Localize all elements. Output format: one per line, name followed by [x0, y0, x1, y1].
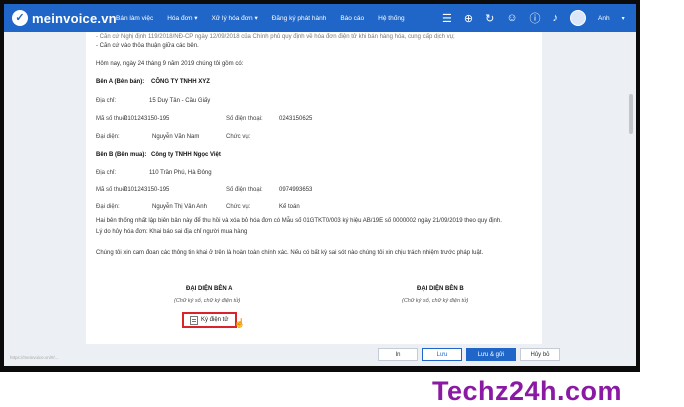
action-footer: https://meinvoice.vn/#/... In Lưu Lưu & … — [4, 344, 636, 366]
chat-icon[interactable]: ☺ — [506, 12, 517, 24]
party-b-tax: 0101243150-195 — [124, 187, 170, 193]
sign-b-subtitle: (Chữ ký số, chữ ký điện tử) — [402, 298, 469, 304]
party-b-rep: Nguyễn Thị Vân Anh — [152, 204, 207, 210]
nav-item-system[interactable]: Hệ thống — [378, 15, 404, 22]
agreement-text: Hai bên thống nhất lập biên bản này để t… — [96, 218, 502, 224]
date-line: Hôm nay, ngày 24 tháng 9 năm 2019 chúng … — [96, 61, 244, 67]
party-b-phone-label: Số điện thoại: — [226, 187, 263, 193]
cancel-button[interactable]: Hủy bỏ — [520, 348, 560, 361]
chevron-down-icon[interactable]: ▾ — [622, 15, 625, 22]
party-a-tax: 0101243150-195 — [124, 116, 170, 122]
user-name[interactable]: Anh — [598, 15, 610, 22]
sign-a-subtitle: (Chữ ký số, chữ ký điện tử) — [174, 298, 241, 304]
party-b-heading: Bên B (Bên mua): — [96, 152, 147, 158]
refresh-icon[interactable]: ↻ — [485, 12, 494, 25]
party-b-address: 110 Trần Phú, Hà Đông — [149, 170, 212, 176]
party-b-rep-label: Đại diện: — [96, 204, 120, 210]
logo-text: meinvoice.vn — [32, 10, 117, 26]
logo-icon: ✓ — [12, 10, 28, 26]
scrollbar[interactable] — [628, 34, 634, 344]
party-b-role: Kế toán — [279, 204, 300, 210]
party-b-tax-label: Mã số thuế: — [96, 187, 128, 193]
scrollbar-thumb[interactable] — [629, 94, 633, 134]
hand-cursor-icon: ☝ — [234, 318, 246, 328]
e-sign-button[interactable]: Ký điện tử — [182, 312, 237, 328]
avatar[interactable] — [570, 10, 587, 26]
party-a-phone: 0243150625 — [279, 116, 313, 122]
commitment-text: Chúng tôi xin cam đoan các thông tin kha… — [96, 250, 484, 256]
toolbar-icons: ☰ ⊕ ↻ ☺ ⓘ ♪ Anh ▾ — [442, 9, 625, 27]
browser-screen: ✓ meinvoice.vn Bán làm việc Hóa đơn ▾ Xử… — [4, 4, 636, 366]
party-b-phone: 0974993653 — [279, 187, 313, 193]
print-button[interactable]: In — [378, 348, 418, 361]
party-a-tax-label: Mã số thuế: — [96, 116, 128, 122]
nav-item-invoices[interactable]: Hóa đơn ▾ — [167, 14, 197, 22]
party-a-rep-label: Đại diện: — [96, 134, 120, 140]
save-button[interactable]: Lưu — [422, 348, 462, 361]
party-b-company: Công ty TNHH Ngọc Việt — [151, 152, 221, 158]
nav-item-workspace[interactable]: Bán làm việc — [116, 15, 153, 22]
help-icon[interactable]: ⓘ — [530, 10, 541, 26]
status-url: https://meinvoice.vn/#/... — [10, 355, 59, 360]
party-a-rep: Nguyễn Văn Nam — [152, 134, 200, 140]
party-a-phone-label: Số điện thoại: — [226, 116, 263, 122]
video-frame: ✓ meinvoice.vn Bán làm việc Hóa đơn ▾ Xử… — [0, 0, 640, 372]
signature-document-icon — [190, 315, 198, 325]
party-a-company: CÔNG TY TNHH XYZ — [151, 79, 210, 85]
nav-item-registration[interactable]: Đăng ký phát hành — [272, 15, 327, 22]
site-watermark: Techz24h.com — [432, 376, 623, 406]
party-a-address: 15 Duy Tân - Cầu Giấy — [149, 98, 211, 104]
sign-a-title: ĐẠI DIỆN BÊN A — [186, 286, 233, 292]
party-b-address-label: Địa chỉ: — [96, 170, 117, 176]
cancellation-record-document: - Căn cứ Nghị định 119/2018/NĐ-CP ngày 1… — [86, 32, 542, 344]
legal-basis-partial: - Căn cứ Nghị định 119/2018/NĐ-CP ngày 1… — [96, 34, 455, 40]
party-b-role-label: Chức vụ: — [226, 204, 251, 210]
party-a-role-label: Chức vụ: — [226, 134, 251, 140]
e-sign-button-label: Ký điện tử — [201, 317, 229, 323]
hamburger-menu-icon[interactable]: ☰ — [442, 12, 452, 25]
party-a-address-label: Địa chỉ: — [96, 98, 117, 104]
app-logo[interactable]: ✓ meinvoice.vn — [12, 9, 117, 27]
add-icon[interactable]: ⊕ — [464, 12, 473, 25]
legal-basis-agreement: - Căn cứ vào thỏa thuận giữa các bên. — [96, 43, 199, 49]
party-a-heading: Bên A (Bên bán): — [96, 79, 145, 85]
bell-icon[interactable]: ♪ — [553, 12, 559, 24]
cancellation-reason: Lý do hủy hóa đơn: Khai báo sai địa chỉ … — [96, 229, 248, 235]
save-and-send-button[interactable]: Lưu & gửi — [466, 348, 516, 361]
main-menu: Bán làm việc Hóa đơn ▾ Xử lý hóa đơn ▾ Đ… — [116, 4, 405, 32]
nav-item-invoice-processing[interactable]: Xử lý hóa đơn ▾ — [212, 14, 258, 22]
sign-b-title: ĐẠI DIỆN BÊN B — [417, 286, 464, 292]
nav-item-reports[interactable]: Báo cáo — [340, 15, 364, 22]
top-navigation-bar: ✓ meinvoice.vn Bán làm việc Hóa đơn ▾ Xử… — [4, 4, 636, 32]
